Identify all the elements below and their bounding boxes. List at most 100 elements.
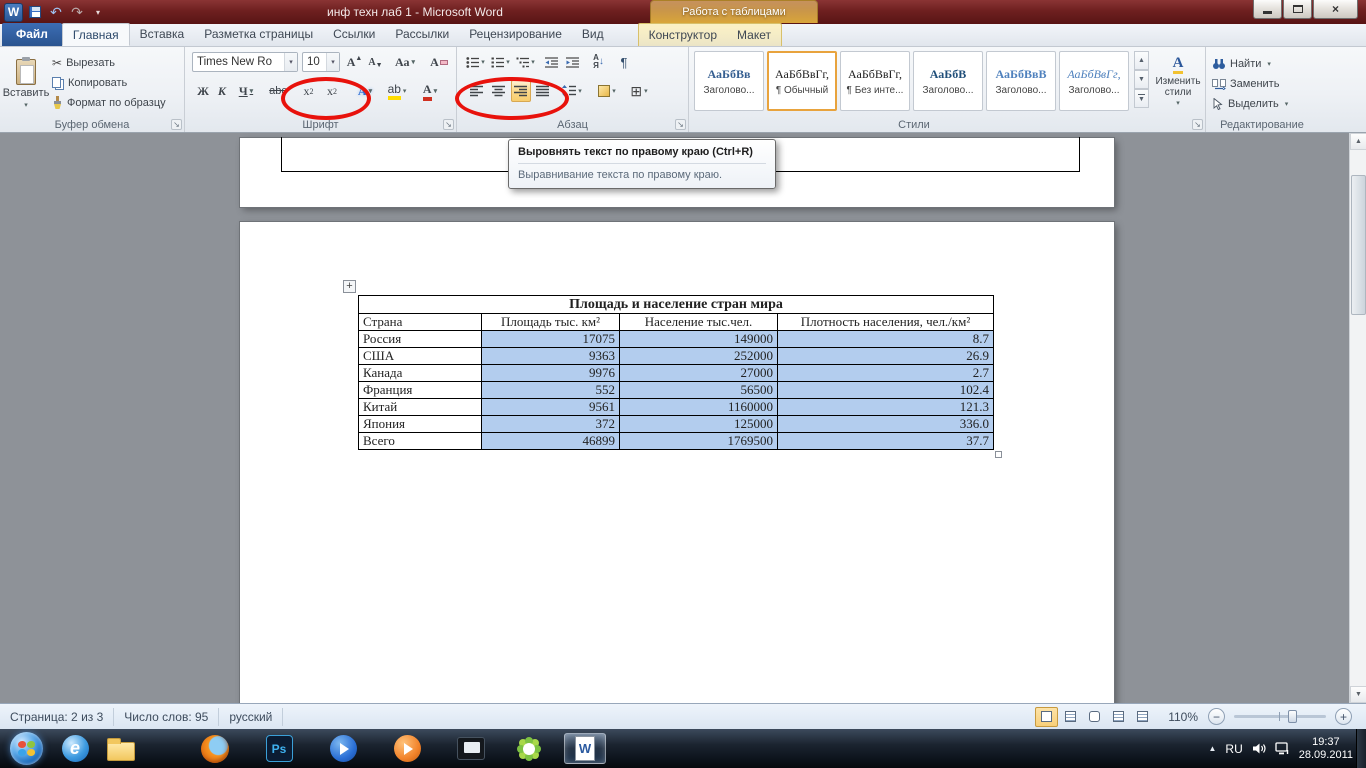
clock[interactable]: 19:37 28.09.2011	[1299, 736, 1353, 762]
format-painter-button[interactable]: Формат по образцу	[48, 93, 170, 112]
style-card-no-spacing[interactable]: АаБбВвГг, ¶ Без инте...	[840, 51, 910, 111]
cut-button[interactable]: ✂ Вырезать	[48, 53, 119, 72]
table-title[interactable]: Площадь и население стран мира	[357, 295, 995, 314]
status-language[interactable]: русский	[219, 707, 284, 726]
start-button[interactable]	[10, 732, 43, 765]
scroll-up-button[interactable]: ▲	[1350, 133, 1366, 150]
word-app-icon[interactable]: W	[4, 2, 23, 22]
tab-page-layout[interactable]: Разметка страницы	[194, 23, 323, 46]
language-indicator[interactable]: RU	[1225, 742, 1242, 756]
numbering-button[interactable]	[489, 52, 512, 72]
clear-formatting-button[interactable]: А	[427, 52, 451, 72]
volume-icon[interactable]	[1252, 742, 1266, 755]
copy-button[interactable]: Копировать	[48, 73, 131, 92]
style-card-heading3[interactable]: АаБбВвВ Заголово...	[986, 51, 1056, 111]
italic-button[interactable]: К	[213, 80, 231, 102]
style-gallery-more-button[interactable]: ▼	[1134, 89, 1149, 108]
hidden-icons-button[interactable]: ▲	[1208, 744, 1216, 753]
tab-view[interactable]: Вид	[572, 23, 614, 46]
table-header-population[interactable]: Население тыс.чел.	[619, 313, 778, 331]
taskbar-item-media-player-orange[interactable]	[386, 733, 428, 764]
tab-table-layout[interactable]: Макет	[727, 24, 781, 47]
table-header-country[interactable]: Страна	[358, 313, 482, 331]
font-size-dropdown-icon[interactable]	[326, 53, 339, 71]
increase-indent-button[interactable]	[562, 52, 582, 72]
status-page-indicator[interactable]: Страница: 2 из 3	[0, 707, 115, 726]
close-button[interactable]: ×	[1313, 0, 1358, 19]
style-card-heading4[interactable]: АаБбВвГг, Заголово...	[1059, 51, 1129, 111]
taskbar-item-media-player-blue[interactable]	[322, 733, 364, 764]
taskbar-item-word-active[interactable]: W	[564, 733, 606, 764]
tab-insert[interactable]: Вставка	[130, 23, 195, 46]
multilevel-list-button[interactable]	[514, 52, 537, 72]
paste-button[interactable]: Вставить	[3, 51, 49, 117]
style-card-heading1[interactable]: АаБбВ Заголово...	[913, 51, 983, 111]
style-card-heading2[interactable]: АаБбВв Заголово...	[694, 51, 764, 111]
styles-dialog-launcher[interactable]: ↘	[1192, 119, 1203, 130]
scroll-down-button[interactable]: ▼	[1350, 686, 1366, 703]
grow-font-button[interactable]: А ▲	[345, 52, 364, 72]
font-name-combo[interactable]: Times New Ro	[192, 52, 298, 72]
paragraph-dialog-launcher[interactable]: ↘	[675, 119, 686, 130]
font-name-dropdown-icon[interactable]	[284, 53, 297, 71]
style-gallery-down-button[interactable]: ▼	[1134, 70, 1149, 89]
view-draft-button[interactable]	[1131, 707, 1154, 727]
font-size-combo[interactable]: 10	[302, 52, 340, 72]
tab-mailings[interactable]: Рассылки	[385, 23, 459, 46]
taskbar-item-presentation[interactable]	[450, 733, 492, 764]
save-button[interactable]	[26, 3, 44, 21]
tab-references[interactable]: Ссылки	[323, 23, 385, 46]
underline-button[interactable]: Ч	[232, 80, 260, 102]
view-web-layout-button[interactable]	[1083, 707, 1106, 727]
change-case-button[interactable]: Аа	[389, 52, 421, 72]
style-gallery-up-button[interactable]: ▲	[1134, 51, 1149, 70]
minimize-button[interactable]	[1253, 0, 1282, 19]
zoom-level-button[interactable]: 110%	[1168, 710, 1198, 724]
zoom-slider-thumb[interactable]	[1288, 710, 1297, 723]
network-icon[interactable]	[1275, 742, 1290, 755]
redo-button[interactable]: ↷	[68, 3, 86, 21]
scrollbar-thumb[interactable]	[1351, 175, 1366, 315]
taskbar-item-photoshop[interactable]: Ps	[258, 733, 300, 764]
zoom-slider[interactable]	[1234, 710, 1326, 723]
view-fullscreen-button[interactable]	[1059, 707, 1082, 727]
maximize-button[interactable]	[1283, 0, 1312, 19]
find-button[interactable]: Найти	[1212, 54, 1271, 73]
taskbar-item-firefox[interactable]	[194, 733, 236, 764]
font-color-button[interactable]: А	[415, 80, 445, 102]
change-styles-button[interactable]: А Изменить стили	[1153, 51, 1203, 113]
taskbar-item-icq[interactable]	[508, 733, 550, 764]
shrink-font-button[interactable]: А ▼	[366, 52, 385, 72]
vertical-scrollbar[interactable]: ▲ ▼	[1349, 133, 1366, 703]
taskbar-item-internet-explorer[interactable]: e	[54, 733, 96, 764]
zoom-in-button[interactable]: +	[1335, 708, 1352, 725]
clipboard-dialog-launcher[interactable]: ↘	[171, 119, 182, 130]
page-2[interactable]: + Площадь и население стран мира Страна …	[240, 222, 1114, 703]
table-header-density[interactable]: Плотность населения, чел./км²	[776, 313, 995, 331]
shading-button[interactable]	[593, 80, 621, 102]
tab-file[interactable]: Файл	[2, 23, 62, 46]
table-move-handle[interactable]: +	[343, 280, 356, 293]
view-outline-button[interactable]	[1107, 707, 1130, 727]
tab-table-design[interactable]: Конструктор	[639, 24, 727, 47]
show-desktop-button[interactable]	[1356, 729, 1366, 768]
decrease-indent-button[interactable]	[541, 52, 561, 72]
taskbar-item-explorer[interactable]	[100, 733, 142, 764]
status-word-count[interactable]: Число слов: 95	[114, 707, 220, 726]
table-header-area[interactable]: Площадь тыс. км²	[481, 313, 620, 331]
highlight-color-button[interactable]: ab	[382, 80, 412, 102]
borders-button[interactable]: ⊞	[624, 80, 654, 102]
table-resize-handle[interactable]	[995, 451, 1002, 458]
customize-qat-button[interactable]: ▾	[89, 3, 107, 21]
tab-home[interactable]: Главная	[61, 23, 130, 46]
style-card-normal[interactable]: АаБбВвГг, ¶ Обычный	[767, 51, 837, 111]
tab-review[interactable]: Рецензирование	[459, 23, 572, 46]
bold-button[interactable]: Ж	[194, 80, 212, 102]
replace-button[interactable]: Заменить	[1212, 74, 1279, 93]
bullets-button[interactable]	[464, 52, 487, 72]
sort-button[interactable]: АЯ ↓	[586, 52, 611, 72]
select-button[interactable]: Выделить	[1212, 94, 1288, 113]
undo-button[interactable]: ↶	[47, 3, 65, 21]
font-dialog-launcher[interactable]: ↘	[443, 119, 454, 130]
view-print-layout-button[interactable]	[1035, 706, 1059, 727]
